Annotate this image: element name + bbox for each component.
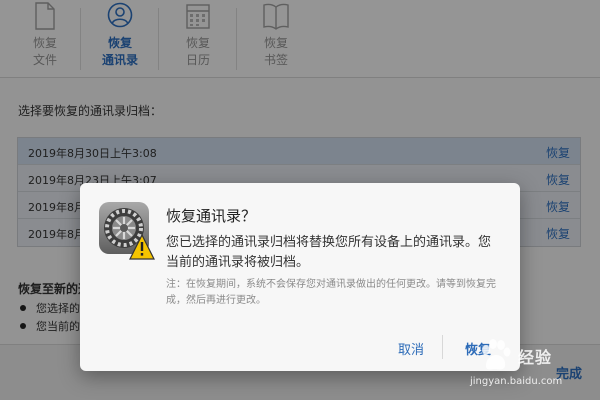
watermark-url: jingyan.baidu.com: [470, 376, 563, 387]
dialog-note: 注：在恢复期间，系统不会保存您对通讯录做出的任何更改。请等到恢复完成，然后再进行…: [166, 279, 496, 306]
cancel-button[interactable]: 取消: [398, 339, 424, 358]
button-divider: [442, 335, 443, 359]
system-preferences-warning-icon: [99, 202, 155, 260]
watermark-text: 经验: [518, 348, 553, 367]
paw-icon: [482, 339, 511, 370]
dialog-message: 您已选择的通讯录归档将替换您所有设备上的通讯录。您当前的通讯录将被归档。: [166, 235, 492, 270]
baidu-watermark: 经验 jingyan.baidu.com: [470, 330, 600, 400]
restore-confirm-dialog: 恢复通讯录？ 您已选择的通讯录归档将替换您所有设备上的通讯录。您当前的通讯录将被…: [80, 183, 520, 371]
dialog-title: 恢复通讯录？: [166, 207, 257, 225]
